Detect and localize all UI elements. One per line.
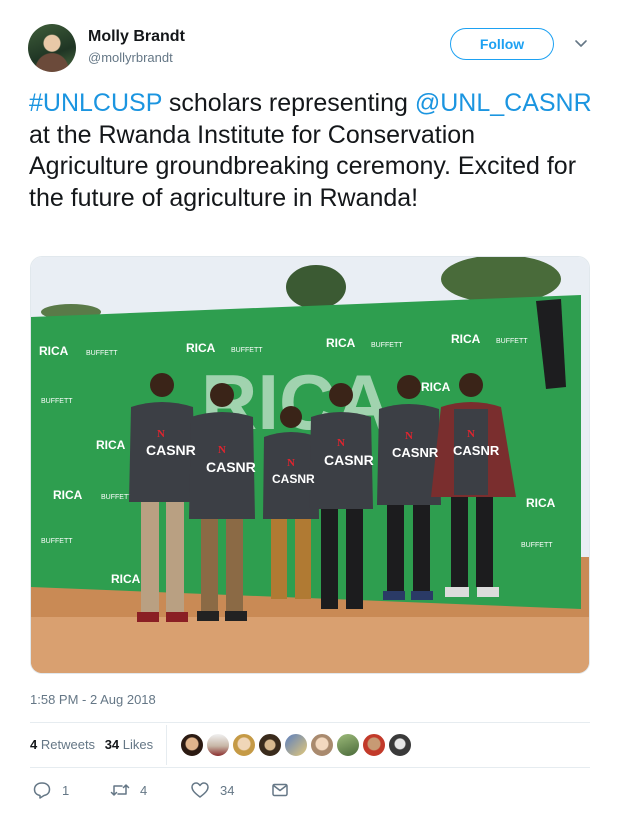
like-count: 34 <box>220 782 235 798</box>
shirt-text: CASNR <box>206 459 256 475</box>
backdrop-logo-sub: BUFFETT <box>101 494 133 501</box>
retweet-count: 4 <box>140 782 148 798</box>
backdrop-logo-sub: BUFFETT <box>86 350 118 357</box>
user-avatar[interactable] <box>28 24 76 72</box>
hashtag-link[interactable]: #UNLCUSP <box>29 89 162 117</box>
mention-link[interactable]: @UNL_CASNR <box>415 89 592 117</box>
divider <box>30 722 590 723</box>
retweets-count: 4 <box>30 737 38 752</box>
retweets-stat[interactable]: 4 Retweets <box>30 737 95 752</box>
divider <box>30 767 590 768</box>
shirt-letter: N <box>157 428 165 440</box>
tweet-text: #UNLCUSP scholars representing @UNL_CASN… <box>29 88 594 214</box>
chevron-down-icon[interactable] <box>572 34 590 52</box>
reply-icon <box>33 782 51 799</box>
shirt-text: CASNR <box>453 443 500 458</box>
backdrop-logo-sub: BUFFETT <box>41 398 73 405</box>
likes-label: Likes <box>122 737 154 752</box>
backdrop-logo-text: RICA <box>53 488 83 502</box>
envelope-icon <box>272 783 288 797</box>
tweet-timestamp[interactable]: 1:58 PM - 2 Aug 2018 <box>30 692 156 707</box>
shirt-text: CASNR <box>324 452 374 468</box>
liker-avatar[interactable] <box>310 733 334 757</box>
shirt-text: CASNR <box>272 472 315 486</box>
backdrop-logo-sub: BUFFETT <box>371 342 403 349</box>
shirt-text: CASNR <box>392 445 439 460</box>
direct-message-action[interactable] <box>270 780 290 800</box>
backdrop-logo-sub: BUFFETT <box>496 338 528 345</box>
shirt-letter: N <box>287 457 295 469</box>
follow-button[interactable]: Follow <box>450 28 554 60</box>
heart-icon <box>191 782 209 798</box>
liker-avatar[interactable] <box>258 733 282 757</box>
backdrop-logo-text: RICA <box>39 344 69 358</box>
backdrop-logo-text: RICA <box>326 336 356 350</box>
user-handle[interactable]: @mollyrbrandt <box>88 50 173 65</box>
tweet-text-part: at the Rwanda Institute for Conservation… <box>29 120 577 212</box>
tweet-actions: 1 4 34 <box>30 780 590 806</box>
shirt-letter: N <box>218 444 226 456</box>
tweet-text-part: scholars representing <box>161 89 415 117</box>
backdrop-logo-sub: BUFFETT <box>521 542 553 549</box>
liker-avatar[interactable] <box>284 733 308 757</box>
shirt-letter: N <box>467 428 475 440</box>
liker-avatar[interactable] <box>362 733 386 757</box>
shirt-text: CASNR <box>146 442 196 458</box>
liker-avatar[interactable] <box>232 733 256 757</box>
retweets-label: Retweets <box>40 737 96 752</box>
backdrop-logo-text: RICA <box>421 380 451 394</box>
backdrop-logo-text: RICA <box>111 572 141 586</box>
backdrop-logo-text: RICA <box>96 438 126 452</box>
shirt-letter: N <box>405 430 413 442</box>
likes-stat[interactable]: 34 Likes <box>105 737 153 752</box>
liker-avatar[interactable] <box>336 733 360 757</box>
liker-avatar[interactable] <box>180 733 204 757</box>
backdrop-logo-sub: BUFFETT <box>41 538 73 545</box>
backdrop-logo-sub: BUFFETT <box>231 347 263 354</box>
reply-action[interactable]: 1 <box>32 780 69 800</box>
liker-avatar[interactable] <box>206 733 230 757</box>
reply-count: 1 <box>62 782 70 798</box>
backdrop-logo-text: RICA <box>526 496 556 510</box>
photo-illustration: RICA RICA RICA RICA RICA RICA RICA RICA … <box>31 257 589 673</box>
tweet-photo[interactable]: RICA RICA RICA RICA RICA RICA RICA RICA … <box>30 256 590 674</box>
retweet-icon <box>110 784 130 796</box>
shirt-letter: N <box>337 437 345 449</box>
backdrop-logo-text: RICA <box>451 332 481 346</box>
engagement-stats: 4 Retweets 34 Likes <box>30 737 153 752</box>
likes-count: 34 <box>104 737 120 752</box>
like-action[interactable]: 34 <box>190 780 234 800</box>
stats-separator <box>166 725 167 765</box>
tweet-header: Molly Brandt @mollyrbrandt Follow <box>28 22 593 74</box>
retweet-action[interactable]: 4 <box>110 780 147 800</box>
liker-avatar[interactable] <box>388 733 412 757</box>
backdrop-logo-text: RICA <box>186 341 216 355</box>
user-display-name[interactable]: Molly Brandt <box>88 28 185 46</box>
